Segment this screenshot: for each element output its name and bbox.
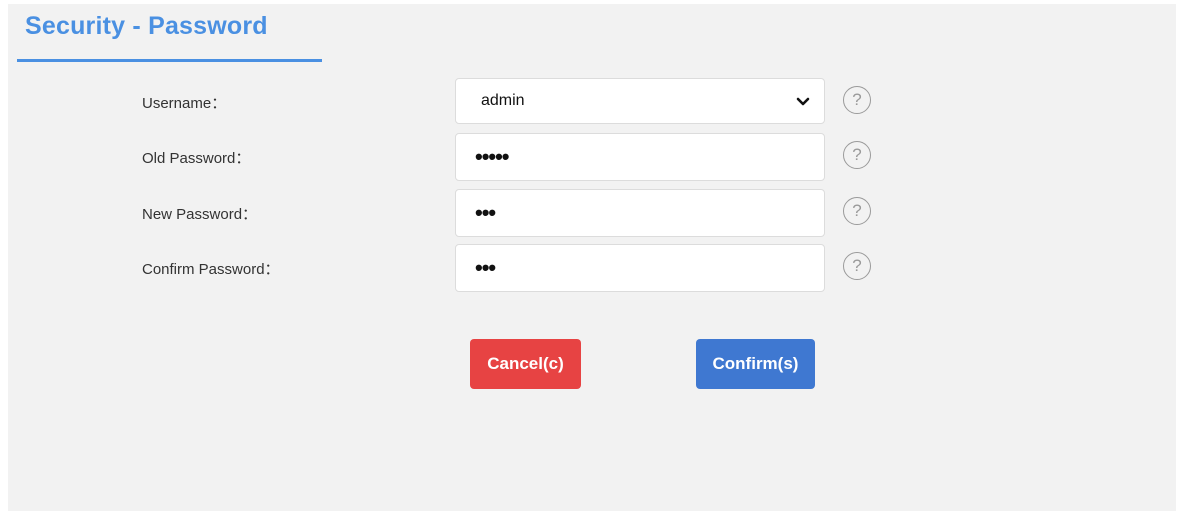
old-password-help-icon[interactable]: ?	[843, 141, 871, 169]
username-help-icon[interactable]: ?	[843, 86, 871, 114]
new-password-row: New Password： ••• ?	[0, 189, 1180, 239]
confirm-password-label: Confirm Password：	[142, 261, 280, 278]
new-password-help-icon[interactable]: ?	[843, 197, 871, 225]
confirm-password-value: •••	[475, 255, 496, 280]
new-password-label: New Password：	[142, 206, 258, 223]
new-password-field[interactable]: •••	[455, 189, 825, 237]
old-password-field[interactable]: •••••	[455, 133, 825, 181]
title-underline	[17, 59, 322, 62]
confirm-password-field[interactable]: •••	[455, 244, 825, 292]
username-select[interactable]: admin	[455, 78, 825, 124]
username-row: Username： admin ?	[0, 78, 1180, 128]
chevron-down-icon	[796, 97, 810, 106]
username-label: Username：	[142, 95, 227, 112]
old-password-value: •••••	[475, 144, 510, 169]
old-password-row: Old Password： ••••• ?	[0, 133, 1180, 183]
old-password-label: Old Password：	[142, 150, 251, 167]
confirm-password-row: Confirm Password： ••• ?	[0, 244, 1180, 294]
new-password-value: •••	[475, 200, 496, 225]
page-title: Security - Password	[25, 12, 268, 40]
confirm-button[interactable]: Confirm(s)	[696, 339, 815, 389]
username-value: admin	[481, 92, 525, 109]
cancel-button[interactable]: Cancel(c)	[470, 339, 581, 389]
confirm-password-help-icon[interactable]: ?	[843, 252, 871, 280]
